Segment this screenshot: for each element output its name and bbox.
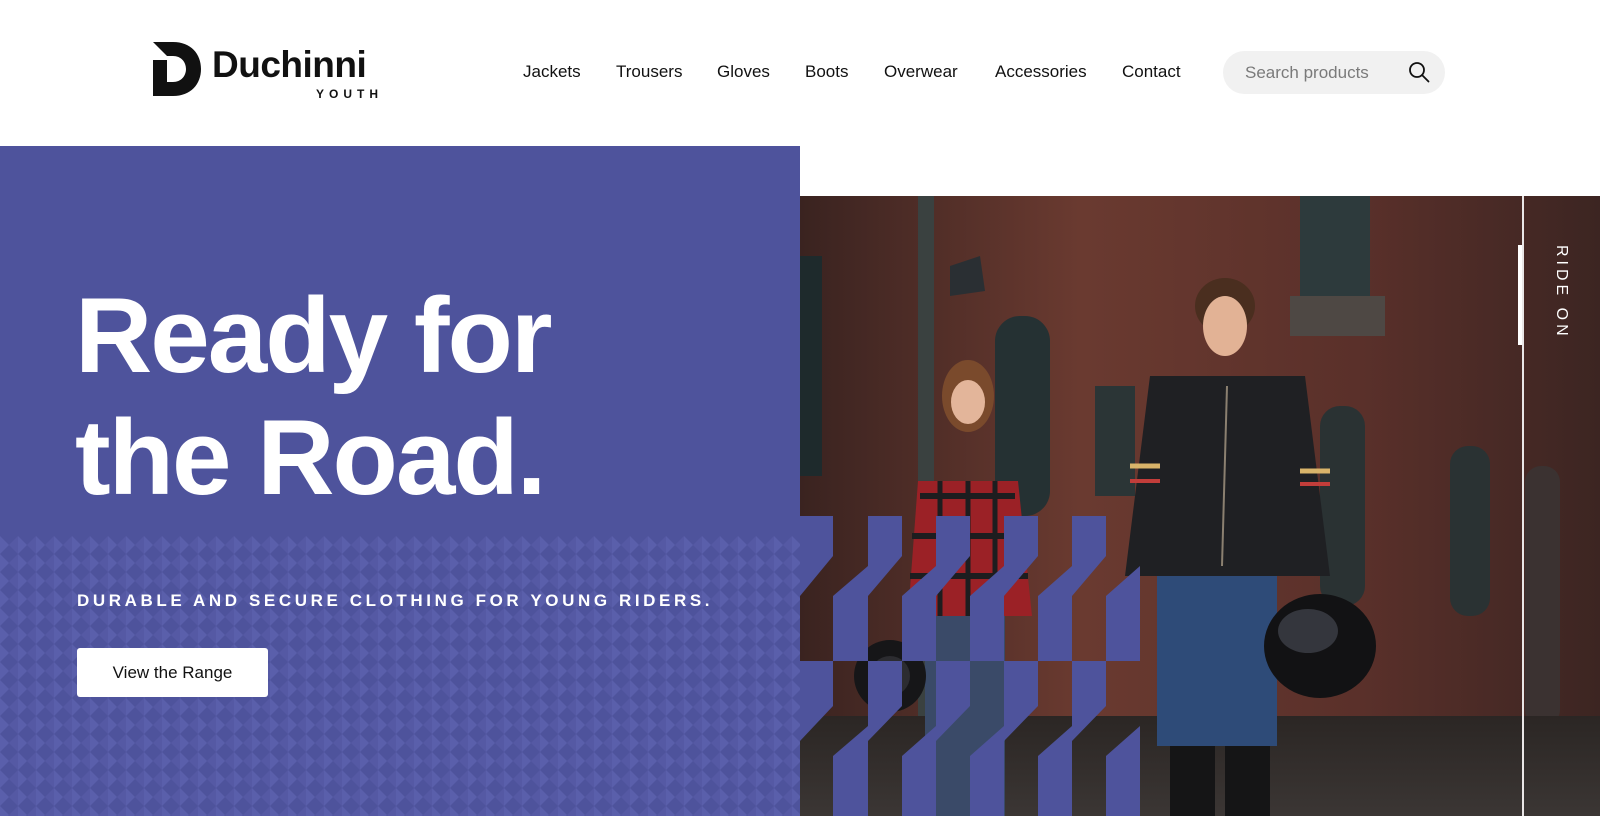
search-icon (1409, 62, 1430, 83)
search-input[interactable] (1245, 51, 1405, 94)
nav-item-trousers[interactable]: Trousers (616, 60, 682, 84)
nav-item-accessories[interactable]: Accessories (995, 60, 1087, 84)
hero-tagline: DURABLE AND SECURE CLOTHING FOR YOUNG RI… (77, 591, 714, 610)
brand-logo[interactable]: Duchinni YOUTH (153, 41, 388, 105)
brand-name: Duchinni (212, 44, 367, 85)
search-bar (1223, 51, 1445, 94)
hero-headline: Ready for the Road. (75, 274, 775, 518)
view-range-button[interactable]: View the Range (77, 648, 268, 697)
nav-item-overwear[interactable]: Overwear (884, 60, 958, 84)
vertical-divider (1522, 196, 1524, 816)
nav-item-boots[interactable]: Boots (805, 60, 848, 84)
nav-item-jackets[interactable]: Jackets (523, 60, 581, 84)
nav-item-gloves[interactable]: Gloves (717, 60, 770, 84)
site-header: Duchinni YOUTH Jackets Trousers Gloves B… (0, 0, 1600, 146)
duchinni-d-logo-icon (153, 42, 201, 96)
ride-on-label: RIDE ON (1553, 245, 1570, 340)
hero-headline-line-1: Ready for (75, 275, 553, 395)
side-label: RIDE ON (1546, 245, 1576, 365)
hero-image (800, 196, 1600, 816)
hero-photo-illustration (800, 196, 1600, 816)
search-button[interactable] (1407, 61, 1431, 85)
hero-panel: Ready for the Road. DURABLE AND SECURE C… (0, 146, 800, 816)
slide-indicator (1518, 245, 1522, 345)
brand-subtitle: YOUTH (316, 87, 383, 101)
nav-item-contact[interactable]: Contact (1122, 60, 1181, 84)
hero-headline-line-2: the Road. (75, 397, 546, 517)
